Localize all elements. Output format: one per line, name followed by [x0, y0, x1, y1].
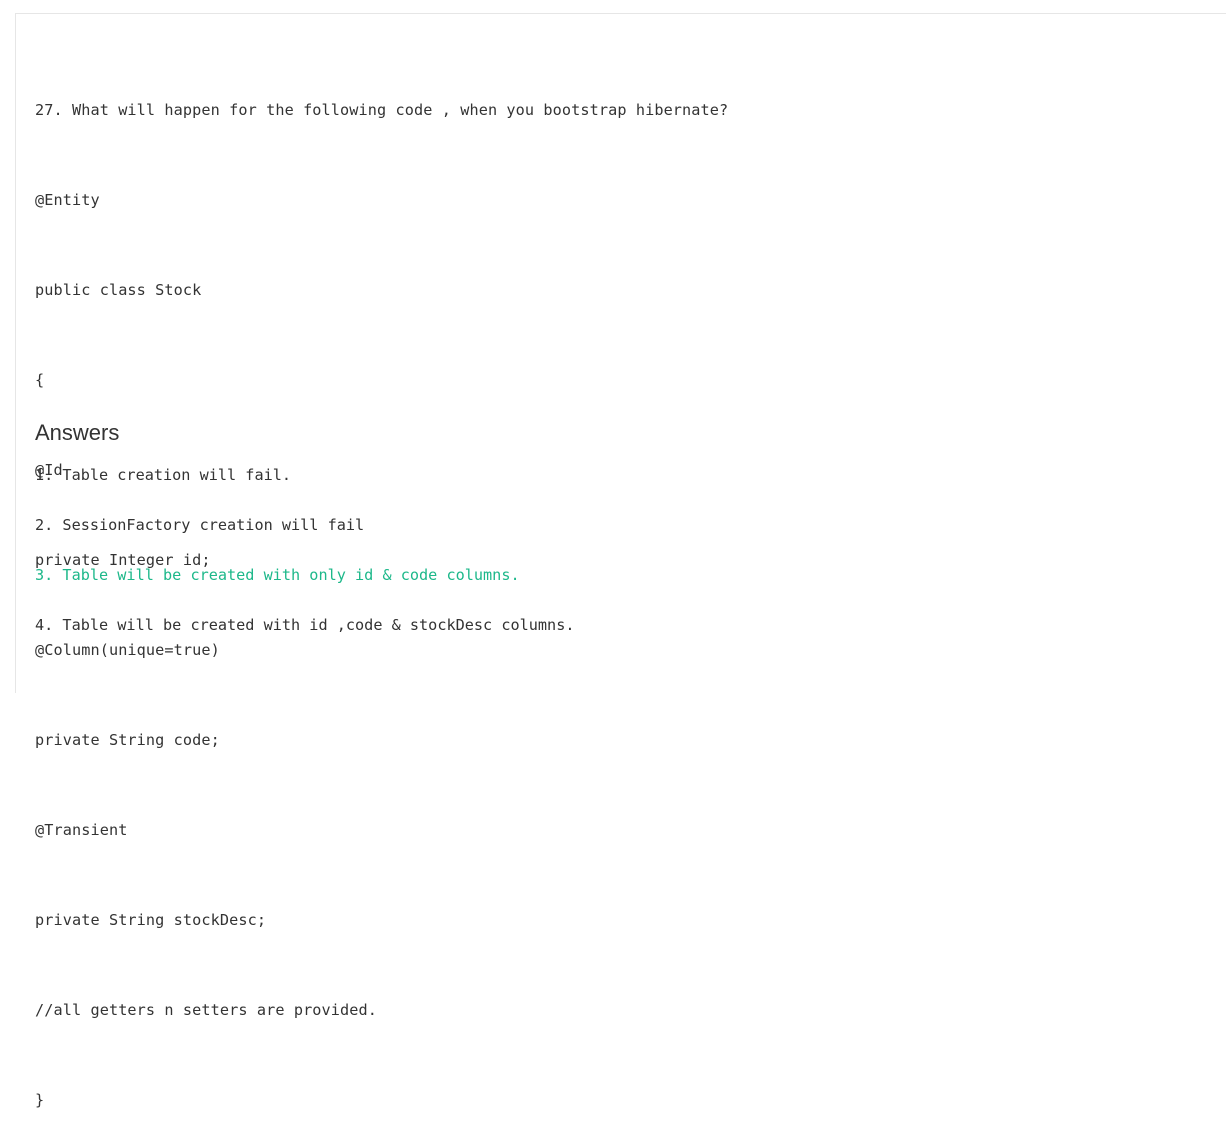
answer-option-4[interactable]: 4. Table will be created with id ,code &…	[35, 614, 574, 636]
code-line: @Column(unique=true)	[35, 641, 220, 659]
answer-option-2[interactable]: 2. SessionFactory creation will fail	[35, 514, 364, 536]
code-line: private String stockDesc;	[35, 911, 267, 929]
code-line: @Entity	[35, 191, 100, 209]
answer-option-3-correct[interactable]: 3. Table will be created with only id & …	[35, 564, 520, 586]
question-title: 27. What will happen for the following c…	[35, 101, 729, 119]
answer-option-1[interactable]: 1. Table creation will fail.	[35, 464, 291, 486]
code-line: }	[35, 1091, 45, 1109]
code-line: //all getters n setters are provided.	[35, 1001, 378, 1019]
code-line: private String code;	[35, 731, 220, 749]
question-code-block: 27. What will happen for the following c…	[35, 35, 728, 1145]
code-line: {	[35, 371, 45, 389]
code-line: @Transient	[35, 821, 128, 839]
code-line: public class Stock	[35, 281, 202, 299]
answers-heading: Answers	[35, 420, 120, 445]
